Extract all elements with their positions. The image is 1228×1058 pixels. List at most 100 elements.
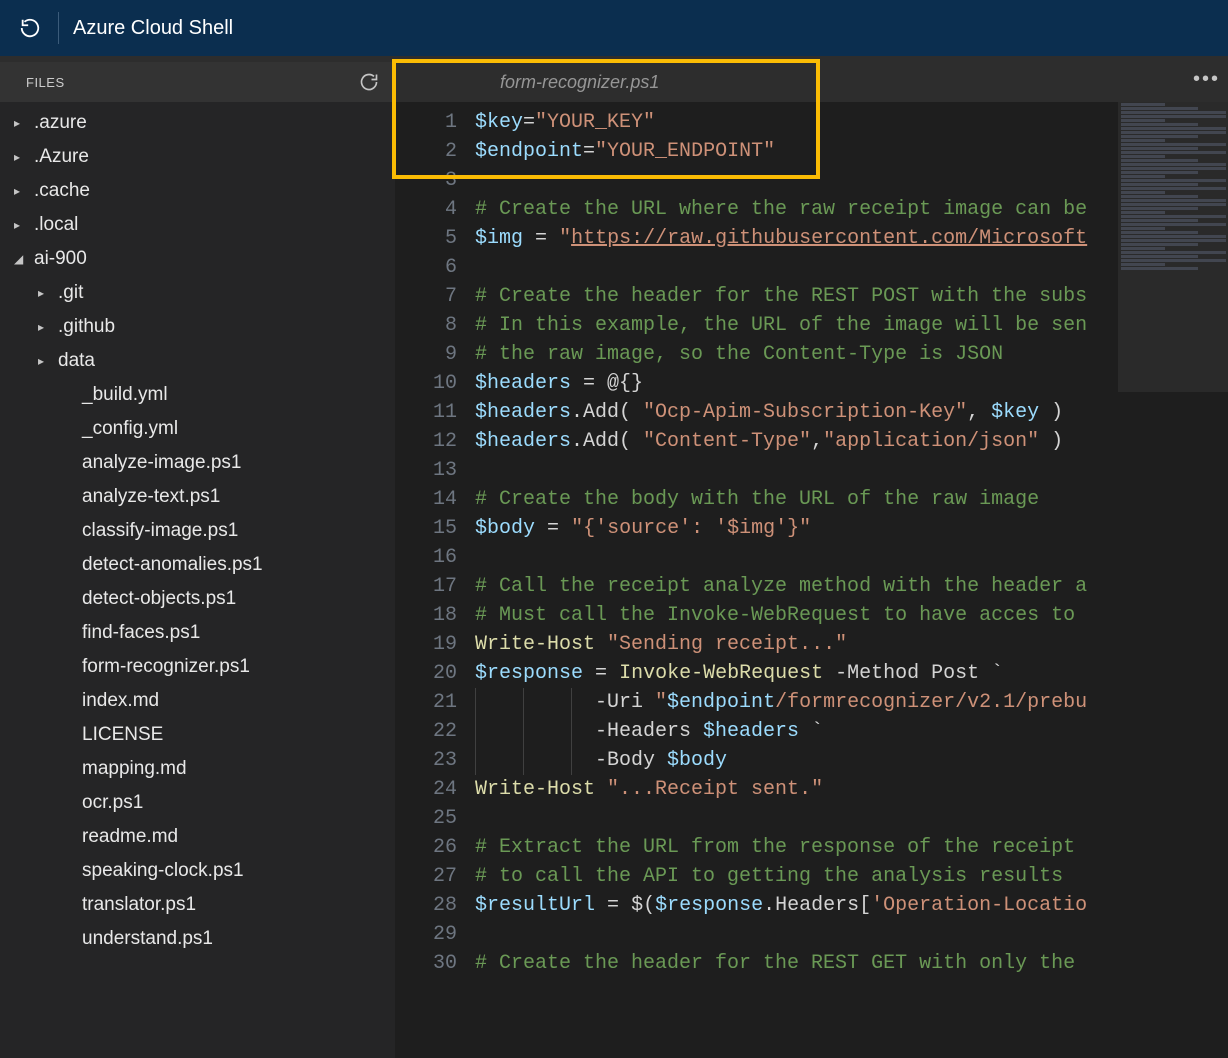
line-number: 17 xyxy=(395,572,475,601)
code-line: $headers = @{} xyxy=(475,369,1228,398)
tree-item[interactable]: ▸.Azure xyxy=(0,140,395,174)
line-number: 2 xyxy=(395,137,475,166)
tree-item[interactable]: speaking-clock.ps1 xyxy=(0,854,395,888)
tree-item-label: .cache xyxy=(34,180,90,202)
chevron-right-icon: ▸ xyxy=(38,320,52,334)
line-number: 30 xyxy=(395,949,475,978)
tree-item[interactable]: ▸.local xyxy=(0,208,395,242)
code-line: # Must call the Invoke-WebRequest to hav… xyxy=(475,601,1228,630)
line-number: 20 xyxy=(395,659,475,688)
tab-label: form-recognizer.ps1 xyxy=(500,72,659,93)
tree-item[interactable]: classify-image.ps1 xyxy=(0,514,395,548)
tree-item-label: LICENSE xyxy=(82,724,163,746)
tree-item-label: find-faces.ps1 xyxy=(82,622,200,644)
tree-item-label: readme.md xyxy=(82,826,178,848)
tree-item-label: ocr.ps1 xyxy=(82,792,143,814)
files-sidebar: FILES ▸.azure▸.Azure▸.cache▸.local◢ai-90… xyxy=(0,62,395,1058)
tree-item[interactable]: mapping.md xyxy=(0,752,395,786)
line-number: 19 xyxy=(395,630,475,659)
tree-item[interactable]: analyze-text.ps1 xyxy=(0,480,395,514)
tree-item[interactable]: detect-anomalies.ps1 xyxy=(0,548,395,582)
tree-item[interactable]: readme.md xyxy=(0,820,395,854)
code-line xyxy=(475,543,1228,572)
tree-item[interactable]: ▸data xyxy=(0,344,395,378)
chevron-right-icon: ▸ xyxy=(14,150,28,164)
tree-item-label: form-recognizer.ps1 xyxy=(82,656,250,678)
tree-item-label: _config.yml xyxy=(82,418,178,440)
tree-item[interactable]: detect-objects.ps1 xyxy=(0,582,395,616)
code-line: $headers.Add( "Content-Type","applicatio… xyxy=(475,427,1228,456)
code-line: Write-Host "Sending receipt..." xyxy=(475,630,1228,659)
tree-item-label: ai-900 xyxy=(34,248,87,270)
tree-item[interactable]: index.md xyxy=(0,684,395,718)
code-line xyxy=(475,920,1228,949)
tree-item[interactable]: ▸.github xyxy=(0,310,395,344)
chevron-right-icon: ▸ xyxy=(14,184,28,198)
code-line: # to call the API to getting the analysi… xyxy=(475,862,1228,891)
line-number: 25 xyxy=(395,804,475,833)
tree-item-label: analyze-text.ps1 xyxy=(82,486,220,508)
line-number: 29 xyxy=(395,920,475,949)
tree-item[interactable]: understand.ps1 xyxy=(0,922,395,956)
titlebar: Azure Cloud Shell xyxy=(0,0,1228,56)
tree-item[interactable]: ▸.git xyxy=(0,276,395,310)
tab-bar: form-recognizer.ps1 ••• xyxy=(395,62,1228,102)
code-line: # Extract the URL from the response of t… xyxy=(475,833,1228,862)
code-line: # Create the URL where the raw receipt i… xyxy=(475,195,1228,224)
code-line: # In this example, the URL of the image … xyxy=(475,311,1228,340)
line-number: 5 xyxy=(395,224,475,253)
tree-item[interactable]: ◢ai-900 xyxy=(0,242,395,276)
line-number: 14 xyxy=(395,485,475,514)
tree-item-label: _build.yml xyxy=(82,384,168,406)
code-line: -Headers $headers ` xyxy=(475,717,1228,746)
code-line: $key="YOUR_KEY" xyxy=(475,108,1228,137)
more-icon[interactable]: ••• xyxy=(1193,68,1220,91)
refresh-icon[interactable] xyxy=(357,70,381,94)
tree-item[interactable]: find-faces.ps1 xyxy=(0,616,395,650)
code-line xyxy=(475,166,1228,195)
reload-icon[interactable] xyxy=(16,14,44,42)
line-number: 4 xyxy=(395,195,475,224)
tree-item[interactable]: ▸.azure xyxy=(0,106,395,140)
line-number: 26 xyxy=(395,833,475,862)
tree-item-label: detect-objects.ps1 xyxy=(82,588,236,610)
code-line xyxy=(475,253,1228,282)
tree-item[interactable]: _config.yml xyxy=(0,412,395,446)
minimap[interactable] xyxy=(1118,102,1228,392)
tree-item[interactable]: ▸ .cache xyxy=(0,174,395,208)
line-number: 11 xyxy=(395,398,475,427)
line-number: 3 xyxy=(395,166,475,195)
sidebar-header: FILES xyxy=(0,62,395,102)
line-number: 6 xyxy=(395,253,475,282)
line-number: 8 xyxy=(395,311,475,340)
chevron-right-icon: ▸ xyxy=(14,218,28,232)
tree-item[interactable]: ocr.ps1 xyxy=(0,786,395,820)
code-line xyxy=(475,804,1228,833)
editor-tab[interactable]: form-recognizer.ps1 xyxy=(480,62,679,102)
code-line xyxy=(475,456,1228,485)
tree-item-label: classify-image.ps1 xyxy=(82,520,238,542)
code-line: $headers.Add( "Ocp-Apim-Subscription-Key… xyxy=(475,398,1228,427)
code-line: -Uri "$endpoint/formrecognizer/v2.1/preb… xyxy=(475,688,1228,717)
tree-item[interactable]: analyze-image.ps1 xyxy=(0,446,395,480)
tree-item-label: understand.ps1 xyxy=(82,928,213,950)
chevron-right-icon: ▸ xyxy=(14,116,28,130)
titlebar-divider xyxy=(58,12,59,44)
line-number: 1 xyxy=(395,108,475,137)
tree-item[interactable]: LICENSE xyxy=(0,718,395,752)
chevron-right-icon: ▸ xyxy=(38,286,52,300)
code-line: $img = "https://raw.githubusercontent.co… xyxy=(475,224,1228,253)
code-line: -Body $body xyxy=(475,746,1228,775)
tree-item[interactable]: translator.ps1 xyxy=(0,888,395,922)
line-number: 13 xyxy=(395,456,475,485)
file-tree: ▸.azure▸.Azure▸.cache▸.local◢ai-900▸.git… xyxy=(0,102,395,1058)
line-number: 7 xyxy=(395,282,475,311)
tree-item[interactable]: _build.yml xyxy=(0,378,395,412)
line-number: 21 xyxy=(395,688,475,717)
code-content[interactable]: $key="YOUR_KEY"$endpoint="YOUR_ENDPOINT"… xyxy=(475,102,1228,1058)
code-line: Write-Host "...Receipt sent." xyxy=(475,775,1228,804)
code-line: # the raw image, so the Content-Type is … xyxy=(475,340,1228,369)
line-number: 28 xyxy=(395,891,475,920)
code-area[interactable]: 1234567891011121314151617181920212223242… xyxy=(395,102,1228,1058)
tree-item[interactable]: form-recognizer.ps1 xyxy=(0,650,395,684)
